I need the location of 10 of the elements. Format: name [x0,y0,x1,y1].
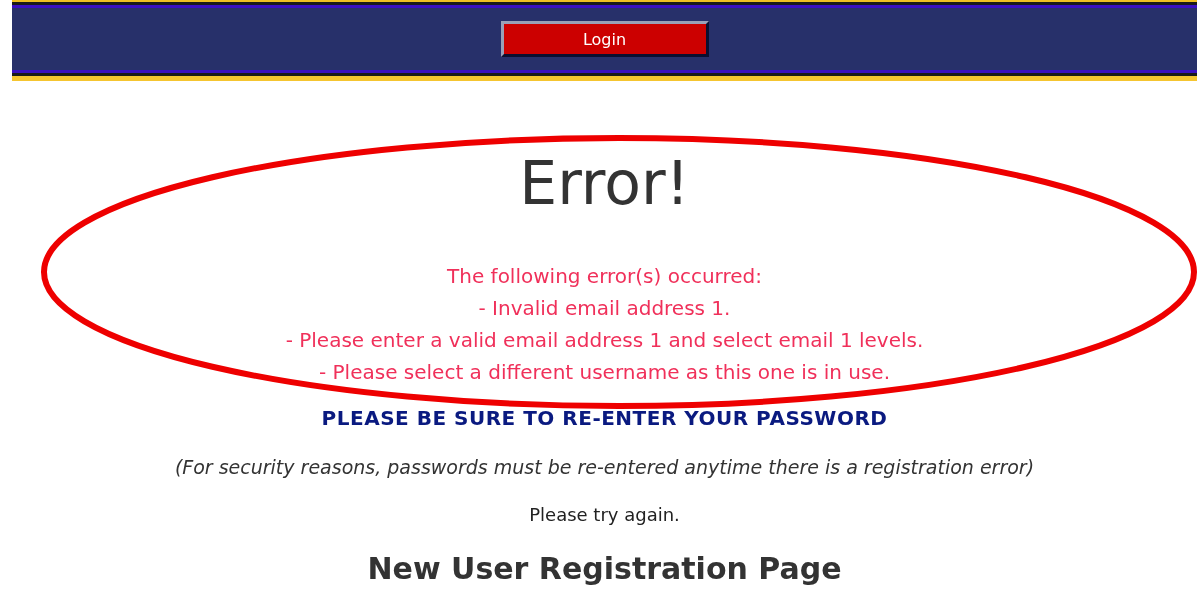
login-button[interactable]: Login [500,21,709,57]
error-message: - Please enter a valid email address 1 and select email 1 levels. [285,327,924,354]
retry-text: Please try again. [529,504,680,525]
password-notice: PLEASE BE SURE TO RE-ENTER YOUR PASSWORD [321,406,888,430]
security-note: (For security reasons, passwords must be re-entered anytime there is a registration error) [174,456,1035,478]
error-title: Error! [519,148,690,218]
error-message: - Please select a different username as this one is in use. [319,359,890,386]
error-message: - Invalid email address 1. [478,295,731,322]
page-heading: New User Registration Page [367,551,842,586]
error-message: The following error(s) occurred: [447,263,762,290]
